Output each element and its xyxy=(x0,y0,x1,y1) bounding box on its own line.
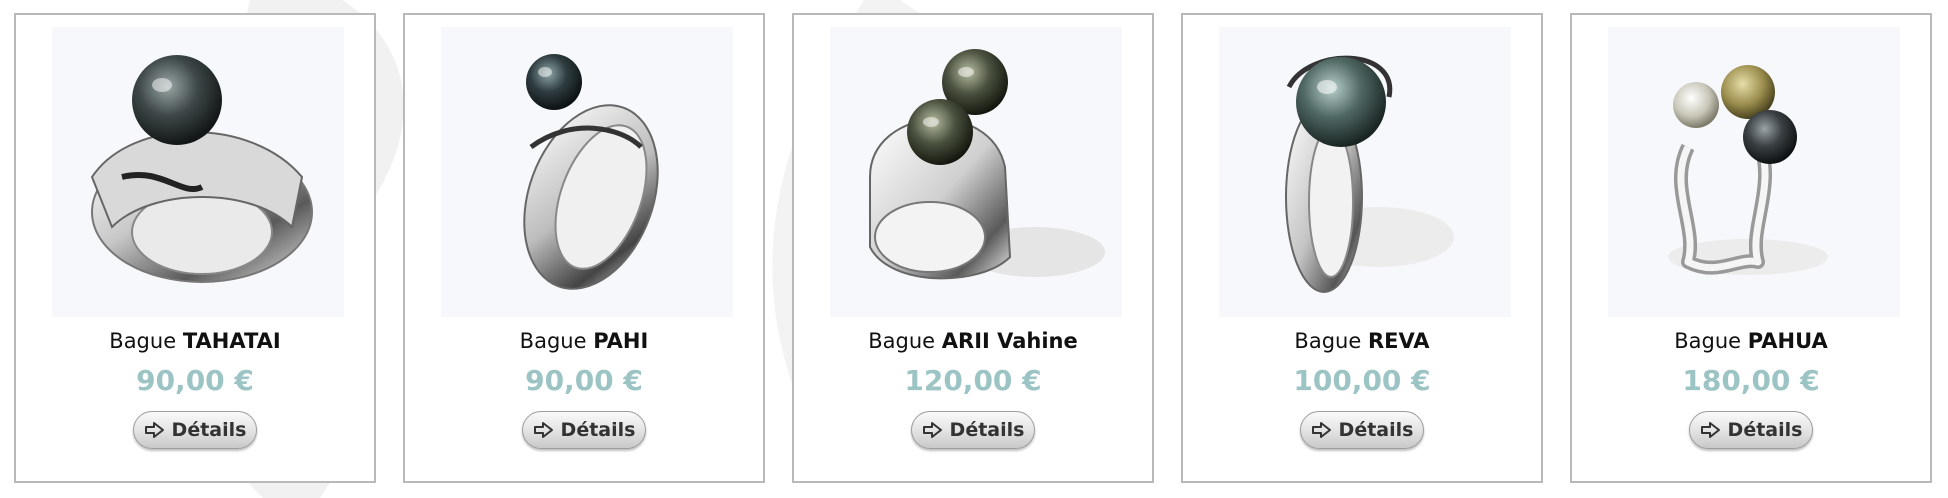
details-button-label: Détails xyxy=(1727,419,1803,441)
details-button[interactable]: Détails xyxy=(1689,411,1813,449)
product-card[interactable]: Bague PAHI 90,00 € Détails xyxy=(403,13,765,483)
product-name[interactable]: Bague TAHATAI xyxy=(16,329,374,353)
product-grid: Bague TAHATAI 90,00 € Détails Bague PAHI… xyxy=(14,13,1932,483)
product-card[interactable]: Bague TAHATAI 90,00 € Détails xyxy=(14,13,376,483)
product-image[interactable] xyxy=(830,27,1122,317)
details-button[interactable]: Détails xyxy=(1300,411,1424,449)
product-image[interactable] xyxy=(52,27,344,317)
arrow-right-outline-icon xyxy=(533,422,553,438)
ring-image-pahua xyxy=(1668,65,1828,275)
product-price: 90,00 € xyxy=(136,364,254,397)
product-image[interactable] xyxy=(1608,27,1900,317)
details-button-label: Détails xyxy=(949,419,1025,441)
ring-image-reva xyxy=(1285,55,1454,293)
product-card[interactable]: Bague REVA 100,00 € Détails xyxy=(1181,13,1543,483)
product-name[interactable]: Bague PAHUA xyxy=(1572,329,1930,353)
product-price: 120,00 € xyxy=(904,364,1042,397)
product-name[interactable]: Bague PAHI xyxy=(405,329,763,353)
arrow-right-outline-icon xyxy=(922,422,942,438)
details-button[interactable]: Détails xyxy=(522,411,646,449)
arrow-right-outline-icon xyxy=(1700,422,1720,438)
product-price: 180,00 € xyxy=(1682,364,1820,397)
product-name[interactable]: Bague REVA xyxy=(1183,329,1541,353)
arrow-right-outline-icon xyxy=(1311,422,1331,438)
product-card[interactable]: Bague ARII Vahine 120,00 € Détails xyxy=(792,13,1154,483)
ring-image-pahi xyxy=(523,54,659,290)
details-button[interactable]: Détails xyxy=(911,411,1035,449)
details-button-label: Détails xyxy=(560,419,636,441)
details-button[interactable]: Détails xyxy=(133,411,257,449)
details-button-label: Détails xyxy=(1338,419,1414,441)
product-name[interactable]: Bague ARII Vahine xyxy=(794,329,1152,353)
product-price: 100,00 € xyxy=(1293,364,1431,397)
ring-image-arii-vahine xyxy=(869,49,1105,280)
arrow-right-outline-icon xyxy=(144,422,164,438)
product-card[interactable]: Bague PAHUA 180,00 € Détails xyxy=(1570,13,1932,483)
product-image[interactable] xyxy=(1219,27,1511,317)
product-price: 90,00 € xyxy=(525,364,643,397)
details-button-label: Détails xyxy=(171,419,247,441)
product-image[interactable] xyxy=(441,27,733,317)
ring-image-tahatai xyxy=(90,55,313,283)
